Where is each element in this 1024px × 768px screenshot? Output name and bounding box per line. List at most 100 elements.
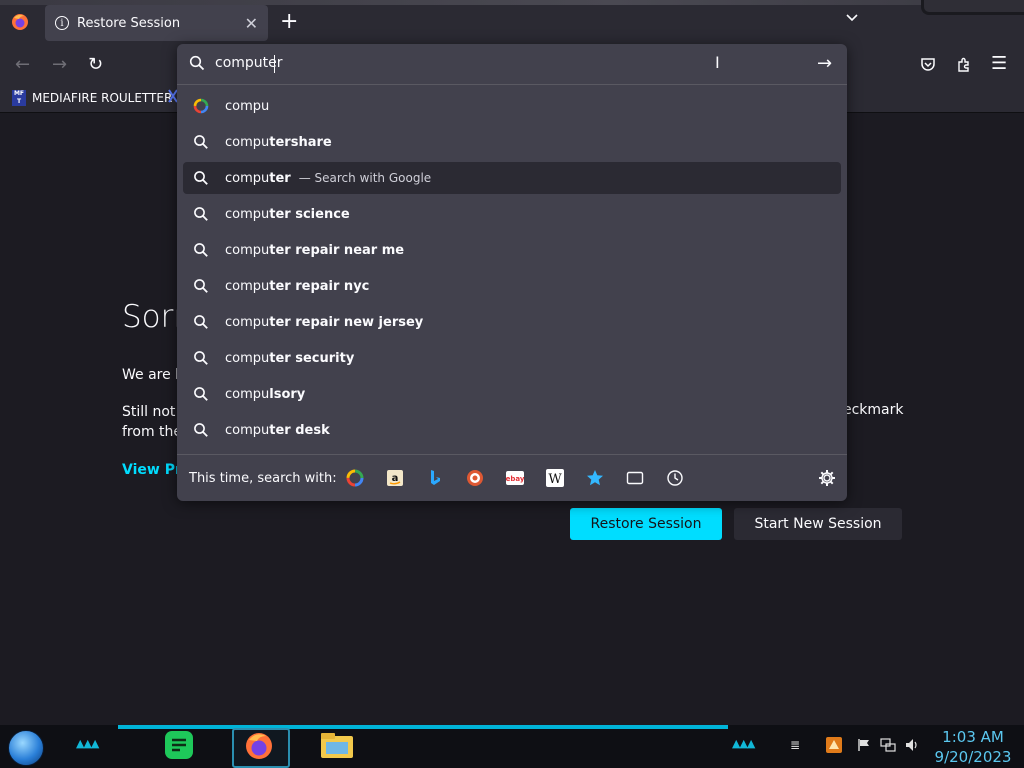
suggestion-completion: ter repair near me — [269, 242, 405, 258]
suggestion-text: computer repair new jersey — [225, 315, 423, 330]
suggestion-completion: tershare — [269, 134, 332, 150]
search-icon — [194, 315, 208, 329]
search-icon — [194, 171, 208, 185]
suggestion-text: compulsory — [225, 387, 305, 402]
page-text-fragment: eckmark — [843, 402, 904, 418]
suggestion-row[interactable]: computer repair new jersey — [183, 306, 841, 338]
tab-strip: i Restore Session ✕ + — [0, 0, 1024, 44]
suggestion-completion: ter science — [269, 206, 350, 222]
google-icon — [193, 98, 209, 114]
suggestion-completion: lsory — [269, 386, 306, 402]
suggestion-row[interactable]: computer desk — [183, 414, 841, 446]
suggestion-completion: ter — [269, 170, 291, 186]
suggestion-row[interactable]: compu — [183, 90, 841, 122]
bookmark-mediafire-rouletter[interactable]: MF T MEDIAFIRE ROULETTER — [12, 90, 172, 106]
text-caret — [274, 55, 275, 73]
extensions-icon[interactable] — [956, 56, 972, 72]
suggestion-completion: ter desk — [269, 422, 330, 438]
suggestion-typed: compu — [225, 422, 270, 438]
suggestion-typed: compu — [225, 134, 270, 150]
system-clock[interactable]: 1:03 AM 9/20/2023 — [928, 727, 1018, 767]
suggestion-typed: compu — [225, 170, 270, 186]
suggestion-typed: compu — [225, 98, 270, 114]
clock-time: 1:03 AM — [942, 728, 1004, 746]
tabs-icon[interactable] — [626, 469, 644, 487]
suggestion-row[interactable]: computer science — [183, 198, 841, 230]
search-icon — [194, 207, 208, 221]
firefox-taskbar-icon[interactable] — [243, 730, 275, 762]
forward-button[interactable]: → — [52, 54, 67, 75]
notes-app-icon[interactable] — [164, 730, 194, 760]
tray-app-icon[interactable] — [826, 737, 842, 753]
network-icon[interactable] — [880, 737, 896, 753]
suggestion-text: computer — [225, 171, 291, 186]
taskbar: ▲▲▲ ▲▲▲ ≣ 1:03 AM 9/20/2023 — [0, 725, 1024, 768]
app-menu-button[interactable]: ☰ — [991, 53, 1007, 74]
search-icon — [194, 279, 208, 293]
chevron-down-icon[interactable] — [845, 11, 859, 25]
tab-restore-session[interactable]: i Restore Session ✕ — [45, 5, 268, 41]
close-tab-icon[interactable]: ✕ — [245, 14, 258, 33]
one-off-search-bar: This time, search with: a ebay W — [177, 454, 847, 502]
search-icon — [194, 351, 208, 365]
svg-text:a: a — [392, 473, 399, 484]
taskbar-decoration: ▲▲▲ — [76, 737, 99, 750]
search-icon — [194, 387, 208, 401]
one-off-label: This time, search with: — [189, 471, 337, 486]
duckduckgo-icon[interactable] — [466, 469, 484, 487]
suggestion-text: computer desk — [225, 423, 330, 438]
taskbar-decoration: ▲▲▲ — [732, 737, 755, 750]
new-tab-button[interactable]: + — [280, 9, 298, 34]
suggestion-row[interactable]: computer — Search with Google — [183, 162, 841, 194]
start-new-session-button[interactable]: Start New Session — [734, 508, 902, 540]
bookmarks-icon[interactable] — [586, 469, 604, 487]
google-icon[interactable] — [346, 469, 364, 487]
amazon-icon[interactable]: a — [386, 469, 404, 487]
urlbar-popup: I → compucomputersharecomputer— Search w… — [177, 44, 847, 501]
go-button[interactable]: → — [817, 53, 832, 74]
suggestion-text: computer repair nyc — [225, 279, 369, 294]
search-icon — [194, 423, 208, 437]
back-button[interactable]: ← — [15, 54, 30, 75]
tray-stack-icon[interactable]: ≣ — [790, 738, 800, 752]
svg-text:W: W — [548, 472, 562, 487]
volume-icon[interactable] — [904, 737, 920, 753]
pocket-icon[interactable] — [920, 56, 936, 72]
page-text: We are h — [122, 367, 185, 383]
restore-session-button[interactable]: Restore Session — [570, 508, 722, 540]
gear-icon[interactable] — [818, 469, 836, 487]
url-input[interactable] — [215, 55, 735, 71]
suggestion-row[interactable]: compulsory — [183, 378, 841, 410]
start-button[interactable] — [8, 730, 44, 766]
bing-icon[interactable] — [426, 469, 444, 487]
suggestion-note: — Search with Google — [298, 171, 432, 185]
bookmark-favicon: MF T — [12, 90, 26, 106]
page-text-line: Still not — [122, 404, 176, 420]
search-icon — [194, 135, 208, 149]
suggestion-typed: compu — [225, 350, 270, 366]
search-icon — [189, 55, 205, 71]
history-icon[interactable] — [666, 469, 684, 487]
urlbar-input-row: I → — [177, 44, 847, 85]
suggestion-row[interactable]: computer repair nyc — [183, 270, 841, 302]
reload-button[interactable]: ↻ — [88, 54, 103, 75]
suggestion-row[interactable]: computer security — [183, 342, 841, 374]
suggestion-text: computer science — [225, 207, 350, 222]
suggestion-completion: ter repair new jersey — [269, 314, 424, 330]
suggestion-typed: compu — [225, 278, 270, 294]
suggestion-row[interactable]: computershare — [183, 126, 841, 158]
info-icon: i — [55, 16, 69, 30]
flag-icon[interactable] — [857, 738, 871, 752]
suggestion-typed: compu — [225, 314, 270, 330]
mouse-cursor: I — [715, 53, 720, 72]
theme-decoration — [921, 0, 1024, 15]
file-explorer-icon[interactable] — [320, 730, 354, 760]
suggestion-text: computershare — [225, 135, 332, 150]
page-text-2: Still not from the — [122, 402, 182, 442]
suggestion-row[interactable]: computer repair near me — [183, 234, 841, 266]
firefox-menu-icon[interactable] — [10, 12, 30, 32]
suggestion-typed: compu — [225, 386, 270, 402]
wikipedia-icon[interactable]: W — [546, 469, 564, 487]
suggestion-completion: ter repair nyc — [269, 278, 370, 294]
ebay-icon[interactable]: ebay — [506, 469, 524, 487]
